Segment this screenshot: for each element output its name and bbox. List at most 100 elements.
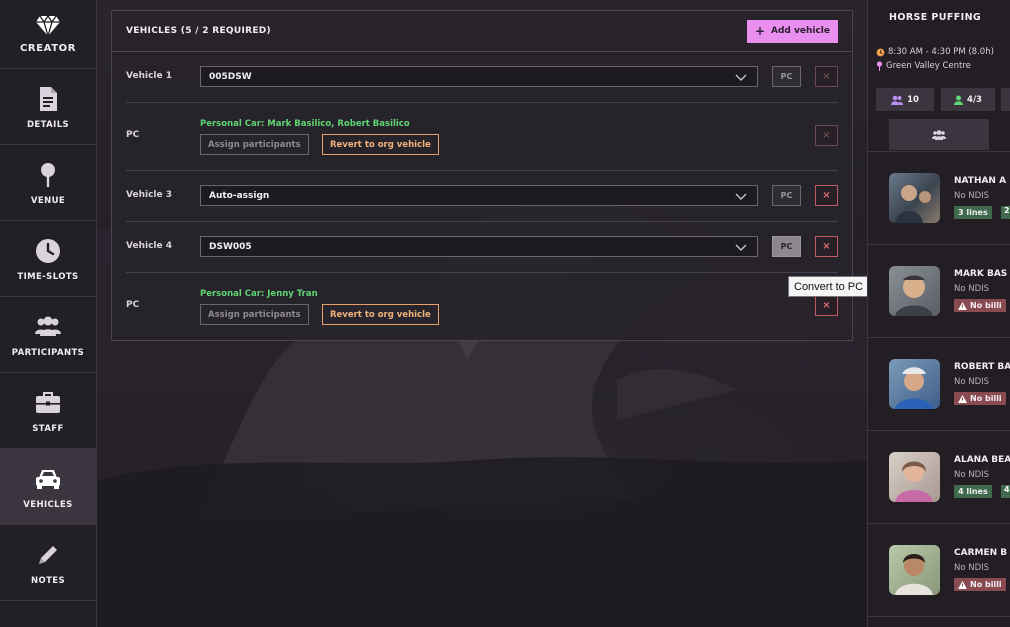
personal-car-name: Personal Car: Mark Basilico, Robert Basi… [200,119,410,129]
avatar [889,173,940,223]
extra-stat-badge [1001,88,1010,111]
brand[interactable]: CREATOR [0,0,96,69]
diamond-logo-icon [36,14,60,37]
no-billing-text: No billi [970,394,1002,403]
warning-icon [958,580,967,589]
no-billing-text: No billi [970,301,1002,310]
nav-item-label: DETAILS [26,119,70,130]
nav-item-participants[interactable]: PARTICIPANTS [0,297,96,373]
warning-icon [958,394,967,403]
remove-vehicle-button[interactable]: × [815,295,838,316]
vehicle-row: Vehicle 4 DSW005 PC × [126,222,838,273]
participant-count: 10 [907,94,919,105]
personal-car-row: PC Personal Car: Mark Basilico, Robert B… [126,103,838,171]
vehicle-label: Vehicle 3 [126,190,172,200]
document-icon [40,86,57,111]
vehicle-label: PC [126,300,140,310]
panel-title: VEHICLES (5 / 2 REQUIRED) [126,26,271,36]
nav-item-details[interactable]: DETAILS [0,69,96,145]
nav-item-notes[interactable]: NOTES [0,525,96,601]
avatar [889,545,940,595]
vehicle-row: Vehicle 3 Auto-assign PC × [126,171,838,222]
chevron-down-icon [735,244,747,251]
users-icon [932,129,946,140]
warning-icon [958,301,967,310]
vehicles-panel: VEHICLES (5 / 2 REQUIRED) + Add vehicle … [111,10,853,341]
billing-lines-badge: 3 lines [954,206,992,219]
participant-card[interactable]: CARMEN B No NDIS No billi [868,524,1010,617]
vehicle-select-value: DSW005 [209,241,252,252]
nav-item-label: VEHICLES [23,499,73,510]
vehicle-select[interactable]: DSW005 [200,236,758,257]
participant-name: ROBERT BA [954,362,1010,372]
sidebar-nav: CREATOR DETAILS VENUE TIME-SLOTS PARTICI… [0,0,97,627]
add-vehicle-label: Add vehicle [771,26,830,36]
nav-item-label: NOTES [30,575,66,586]
convert-to-pc-tooltip: Convert to PC [788,276,870,297]
participant-card[interactable]: ROBERT BA No NDIS No billi [868,338,1010,431]
participant-ndis: No NDIS [954,284,990,294]
remove-vehicle-button[interactable]: × [815,125,838,146]
billing-lines-badge: 4 lines [954,485,992,498]
assign-participants-button[interactable]: Assign participants [200,134,309,155]
map-pin-icon [41,162,55,187]
participant-name: CARMEN B [954,548,1008,558]
avatar [889,359,940,409]
nav-item-staff[interactable]: STAFF [0,373,96,449]
extra-badge: 4 [1001,485,1010,498]
activity-time: 8:30 AM - 4:30 PM (8.0h) [876,47,994,57]
vehicle-select-value: Auto-assign [209,190,270,201]
remove-vehicle-button[interactable]: × [815,66,838,87]
clock-icon [36,238,60,263]
nav-item-label: STAFF [32,423,64,434]
vehicle-label: PC [126,130,140,140]
staff-count: 4/3 [967,94,982,105]
map-pin-icon [876,61,883,71]
convert-to-pc-button[interactable]: PC [772,185,801,206]
participant-ndis: No NDIS [954,563,990,573]
participant-name: MARK BAS [954,269,1008,279]
remove-vehicle-button[interactable]: × [815,185,838,206]
vehicle-select[interactable]: 005DSW [200,66,758,87]
convert-to-pc-button[interactable]: PC [772,236,801,257]
participant-name: ALANA BEA [954,455,1010,465]
no-billing-badge: No billi [954,299,1006,312]
nav-item-vehicles[interactable]: VEHICLES [0,449,96,525]
participant-card[interactable]: NATHAN A No NDIS 3 lines 2 [868,152,1010,245]
personal-car-row: PC Personal Car: Jenny Tran Assign parti… [126,273,838,341]
activity-time-text: 8:30 AM - 4:30 PM (8.0h) [888,47,994,57]
vehicle-select-value: 005DSW [209,71,252,82]
nav-item-venue[interactable]: VENUE [0,145,96,221]
personal-car-name: Personal Car: Jenny Tran [200,289,318,299]
participant-count-badge: 10 [876,88,934,111]
remove-vehicle-button[interactable]: × [815,236,838,257]
vehicle-label: Vehicle 1 [126,71,172,81]
plus-icon: + [754,24,766,38]
tab-participants[interactable] [889,119,989,150]
participant-card[interactable]: ALANA BEA No NDIS 4 lines 4 [868,431,1010,524]
staff-count-badge: 4/3 [941,88,995,111]
vehicle-label: Vehicle 4 [126,241,172,251]
add-vehicle-button[interactable]: + Add vehicle [746,19,838,43]
revert-to-org-vehicle-button[interactable]: Revert to org vehicle [322,134,439,155]
participant-name: NATHAN A [954,176,1007,186]
activity-summary-panel: HORSE PUFFING 8:30 AM - 4:30 PM (8.0h) G… [867,0,1010,627]
nav-item-label: PARTICIPANTS [11,347,85,358]
avatar [889,266,940,316]
participant-ndis: No NDIS [954,377,990,387]
vehicle-select[interactable]: Auto-assign [200,185,758,206]
no-billing-badge: No billi [954,392,1006,405]
clock-icon [876,48,885,56]
vehicle-row: Vehicle 1 005DSW PC × [126,52,838,103]
car-icon [36,469,60,489]
users-icon [35,316,61,336]
participant-ndis: No NDIS [954,191,990,201]
nav-item-time-slots[interactable]: TIME-SLOTS [0,221,96,297]
briefcase-icon [36,391,60,413]
participant-ndis: No NDIS [954,470,990,480]
participant-card[interactable]: MARK BAS No NDIS No billi [868,245,1010,338]
assign-participants-button[interactable]: Assign participants [200,304,309,325]
nav-item-label: VENUE [30,195,66,206]
revert-to-org-vehicle-button[interactable]: Revert to org vehicle [322,304,439,325]
convert-to-pc-button[interactable]: PC [772,66,801,87]
